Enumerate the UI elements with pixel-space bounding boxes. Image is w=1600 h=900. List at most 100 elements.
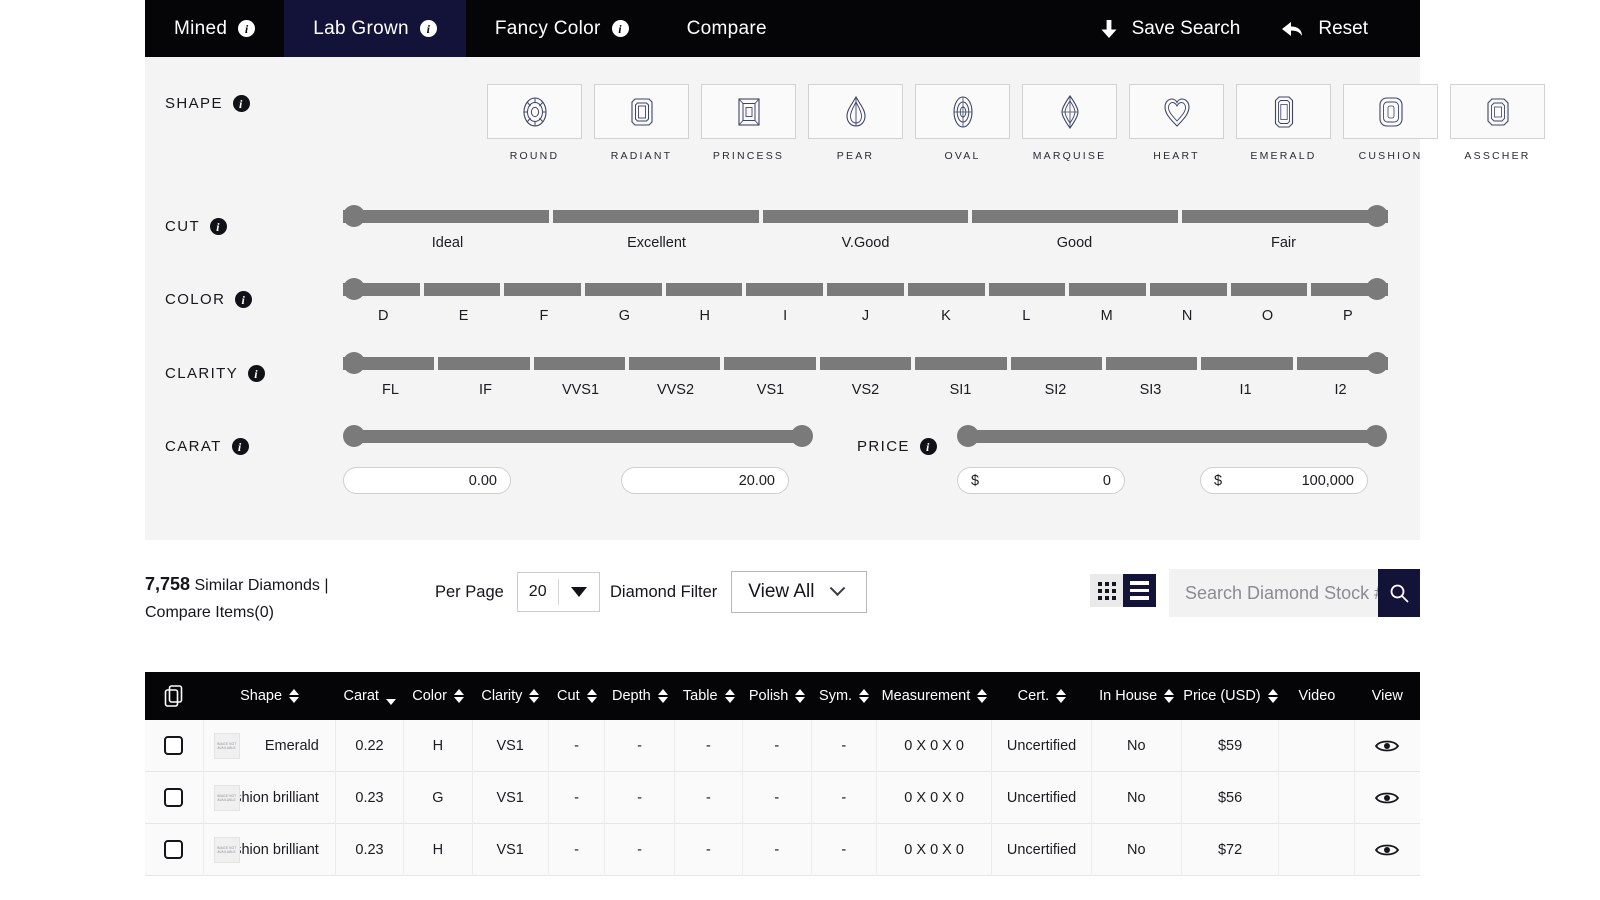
shape-option-round[interactable]: ROUND xyxy=(487,84,582,162)
sort-icon[interactable] xyxy=(657,688,668,704)
sort-icon[interactable] xyxy=(586,688,597,704)
sort-icon[interactable] xyxy=(1056,688,1067,704)
table-row[interactable]: IMAGE NOT AVAILABLE Emerald 0.22 H VS1- - - - -0… xyxy=(145,719,1420,772)
list-view-button[interactable] xyxy=(1123,574,1156,607)
th-cert[interactable]: Cert. xyxy=(992,672,1092,720)
carat-slider-handle-min[interactable] xyxy=(343,425,365,447)
info-icon[interactable]: i xyxy=(235,291,253,308)
sort-icon[interactable] xyxy=(1164,688,1175,704)
color-tick: I xyxy=(783,308,788,324)
per-page-select[interactable]: 20 xyxy=(516,572,600,612)
shape-option-asscher[interactable]: ASSCHER xyxy=(1450,84,1545,162)
tab-mined[interactable]: Mined i xyxy=(145,0,284,57)
carat-slider[interactable]: 0.00 20.00 xyxy=(343,425,813,494)
info-icon[interactable]: i xyxy=(210,218,228,235)
price-max-input[interactable]: $ 100,000 xyxy=(1200,467,1368,494)
sort-icon[interactable] xyxy=(724,688,735,704)
shape-option-pear[interactable]: PEAR xyxy=(808,84,903,162)
price-slider-track[interactable] xyxy=(957,425,1387,447)
cell-view[interactable] xyxy=(1355,824,1420,876)
tab-lab-grown[interactable]: Lab Grown i xyxy=(284,0,466,57)
info-icon[interactable]: i xyxy=(238,20,256,37)
info-icon[interactable]: i xyxy=(611,20,629,37)
table-row[interactable]: IMAGE NOT AVAILABLE Cushion brilliant 0.23… xyxy=(145,823,1420,876)
price-slider-handle-max[interactable] xyxy=(1365,425,1387,447)
sort-icon[interactable] xyxy=(385,687,396,705)
sort-icon[interactable] xyxy=(977,688,988,704)
color-slider-handle-max[interactable] xyxy=(1366,278,1388,300)
save-search-button[interactable]: Save Search xyxy=(1080,18,1261,40)
sort-icon[interactable] xyxy=(795,688,806,704)
color-slider-track[interactable] xyxy=(343,278,1388,300)
th-clarity[interactable]: Clarity xyxy=(472,672,548,720)
shape-option-radiant[interactable]: RADIANT xyxy=(594,84,689,162)
shape-option-cushion[interactable]: CUSHION xyxy=(1343,84,1438,162)
reset-button[interactable]: Reset xyxy=(1260,18,1388,40)
cell-video[interactable] xyxy=(1279,719,1355,772)
carat-slider-track[interactable] xyxy=(343,425,813,447)
eye-icon[interactable] xyxy=(1375,842,1400,858)
shape-option-emerald[interactable]: EMERALD xyxy=(1236,84,1331,162)
row-checkbox[interactable] xyxy=(164,840,184,859)
diamond-filter-select[interactable]: View All xyxy=(731,571,868,613)
shape-option-marquise[interactable]: MARQUISE xyxy=(1022,84,1117,162)
th-in-house[interactable]: In House xyxy=(1092,672,1182,720)
shape-option-oval[interactable]: OVAL xyxy=(915,84,1010,162)
cut-slider-handle-min[interactable] xyxy=(343,205,365,227)
eye-icon[interactable] xyxy=(1375,738,1400,754)
sort-icon[interactable] xyxy=(529,688,540,704)
grid-view-button[interactable] xyxy=(1090,574,1123,607)
th-sym[interactable]: Sym. xyxy=(811,672,876,720)
th-cut[interactable]: Cut xyxy=(549,672,606,720)
th-measurement[interactable]: Measurement xyxy=(877,672,992,720)
cell-video[interactable] xyxy=(1279,823,1355,876)
th-table[interactable]: Table xyxy=(675,672,743,720)
th-price[interactable]: Price (USD) xyxy=(1182,672,1280,720)
th-depth[interactable]: Depth xyxy=(605,672,674,720)
sort-icon[interactable] xyxy=(1267,688,1278,704)
stock-search-field[interactable] xyxy=(1169,569,1378,617)
row-checkbox[interactable] xyxy=(164,788,184,807)
sort-icon[interactable] xyxy=(453,688,464,704)
info-icon[interactable]: i xyxy=(919,438,937,455)
cell-view[interactable] xyxy=(1355,772,1420,824)
cell-view[interactable] xyxy=(1355,720,1420,772)
eye-icon[interactable] xyxy=(1375,790,1400,806)
row-checkbox[interactable] xyxy=(164,736,184,755)
info-icon[interactable]: i xyxy=(231,438,249,455)
search-button[interactable] xyxy=(1378,569,1420,617)
info-icon[interactable]: i xyxy=(419,20,437,37)
compare-items-label[interactable]: Compare Items(0) xyxy=(145,600,375,626)
tab-compare[interactable]: Compare xyxy=(658,0,796,57)
clarity-slider-handle-max[interactable] xyxy=(1366,352,1388,374)
shape-option-princess[interactable]: PRINCESS xyxy=(701,84,796,162)
carat-max-input[interactable]: 20.00 xyxy=(621,467,789,494)
th-shape[interactable]: Shape xyxy=(204,672,336,720)
th-carat[interactable]: Carat xyxy=(336,672,404,720)
th-polish[interactable]: Polish xyxy=(743,672,811,720)
cell-video[interactable] xyxy=(1279,771,1355,824)
price-slider-handle-min[interactable] xyxy=(957,425,979,447)
carat-slider-handle-max[interactable] xyxy=(791,425,813,447)
price-min-input[interactable]: $ 0 xyxy=(957,467,1125,494)
shape-option-heart[interactable]: HEART xyxy=(1129,84,1224,162)
info-icon[interactable]: i xyxy=(232,95,250,112)
clarity-slider-track[interactable] xyxy=(343,352,1388,374)
clarity-slider-handle-min[interactable] xyxy=(343,352,365,374)
sort-icon[interactable] xyxy=(859,688,870,704)
color-slider[interactable]: D E F G H I J K L M N O P xyxy=(343,278,1388,324)
cut-slider-handle-max[interactable] xyxy=(1366,205,1388,227)
table-row[interactable]: IMAGE NOT AVAILABLE Cushion brilliant 0.23… xyxy=(145,771,1420,824)
clarity-slider[interactable]: FL IF VVS1 VVS2 VS1 VS2 SI1 SI2 SI3 I1 I… xyxy=(343,352,1388,398)
select-all-cell[interactable] xyxy=(145,672,204,720)
th-color[interactable]: Color xyxy=(404,672,472,720)
price-slider[interactable]: $ 0 $ 100,000 xyxy=(957,425,1387,494)
search-input[interactable] xyxy=(1185,582,1378,604)
info-icon[interactable]: i xyxy=(248,365,266,382)
sort-icon[interactable] xyxy=(289,688,300,704)
color-slider-handle-min[interactable] xyxy=(343,278,365,300)
tab-fancy-color[interactable]: Fancy Color i xyxy=(466,0,658,57)
cut-slider-track[interactable] xyxy=(343,205,1388,227)
carat-min-input[interactable]: 0.00 xyxy=(343,467,511,494)
cut-slider[interactable]: Ideal Excellent V.Good Good Fair xyxy=(343,205,1388,251)
